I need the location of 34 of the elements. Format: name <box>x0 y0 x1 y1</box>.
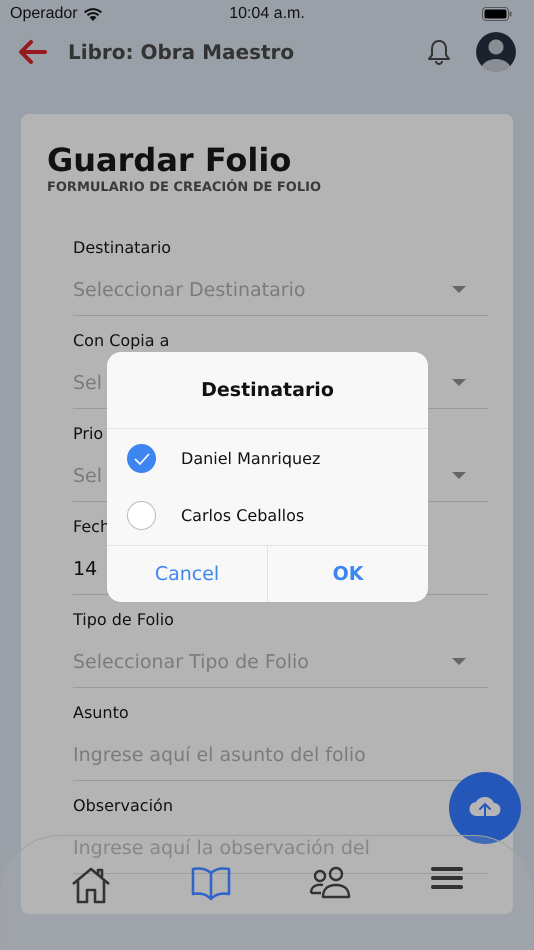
caret-icon <box>452 658 466 666</box>
field-label: Tipo de Folio <box>73 609 174 631</box>
clock-time: 10:04 a.m. <box>229 5 305 23</box>
menu-icon[interactable] <box>430 866 464 890</box>
book-icon[interactable] <box>190 866 231 902</box>
option-item[interactable]: Daniel Manriquez <box>107 430 428 487</box>
field-label: Destinatario <box>73 237 172 259</box>
page-title: Libro: Obra Maestro <box>68 40 294 64</box>
people-icon[interactable] <box>309 866 352 900</box>
option-item[interactable]: Carlos Ceballos <box>107 487 428 544</box>
home-icon[interactable] <box>70 866 112 904</box>
form-subtitle: FORMULARIO DE CREACIÓN DE FOLIO <box>47 180 322 196</box>
dropdown-field[interactable]: Seleccionar Destinatario <box>73 271 488 316</box>
notification-bell-icon[interactable] <box>426 38 452 66</box>
battery-icon <box>482 7 512 21</box>
radio-button[interactable] <box>127 444 156 473</box>
back-arrow-icon[interactable] <box>18 39 48 65</box>
radio-button[interactable] <box>127 501 156 530</box>
carrier-label: Operador <box>10 5 78 23</box>
caret-icon <box>452 379 466 387</box>
ok-button[interactable]: OK <box>267 546 428 602</box>
avatar-icon[interactable] <box>476 32 516 72</box>
field-label: Asunto <box>73 702 129 724</box>
field-label: Observación <box>73 795 173 817</box>
cancel-button[interactable]: Cancel <box>107 546 267 602</box>
check-icon <box>132 452 150 466</box>
caret-icon <box>452 472 466 480</box>
dialog-title: Destinatario <box>107 352 428 429</box>
field-label: Con Copia a <box>73 330 170 352</box>
field-label: Prio <box>73 423 104 445</box>
dropdown-field[interactable]: Seleccionar Tipo de Folio <box>73 643 488 688</box>
form-title: Guardar Folio <box>47 140 292 179</box>
caret-icon <box>452 286 466 294</box>
wifi-icon <box>82 6 103 22</box>
